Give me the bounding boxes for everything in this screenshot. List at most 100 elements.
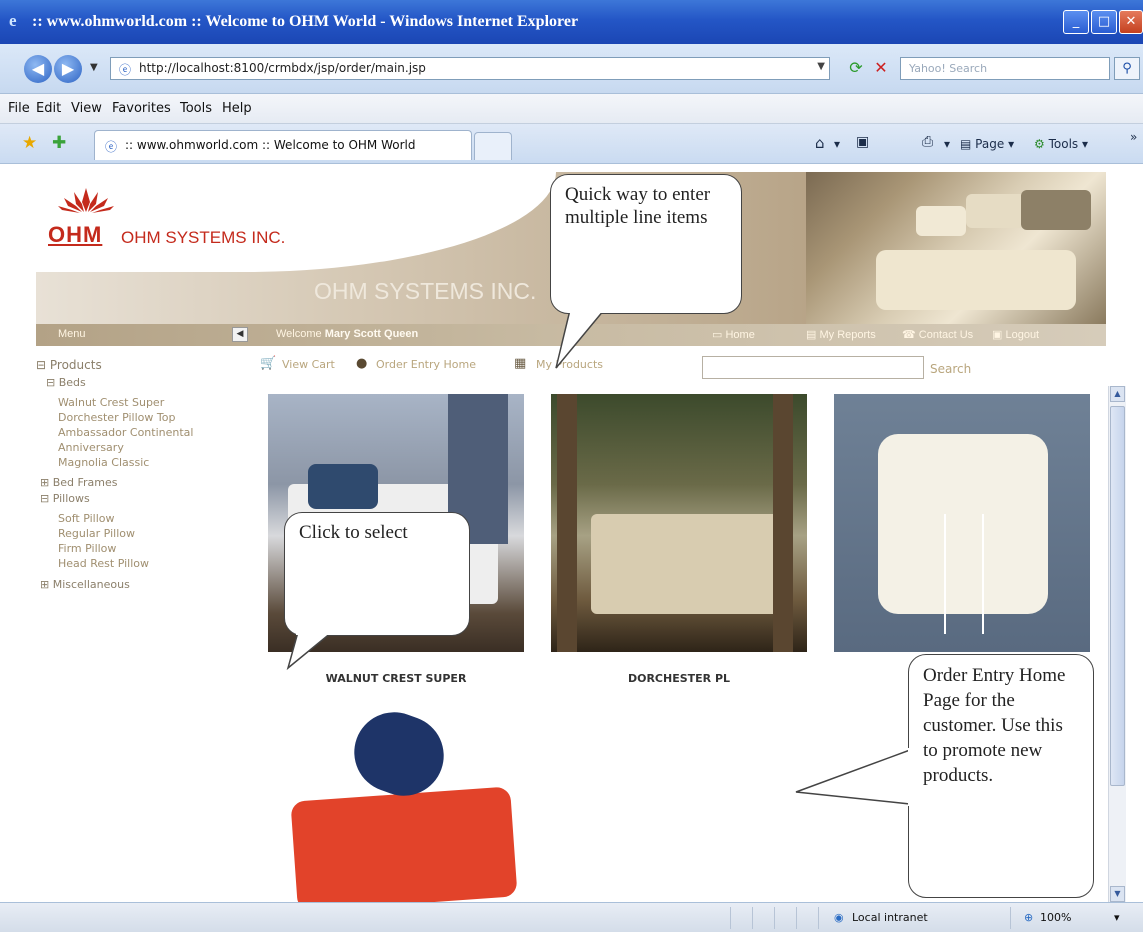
view-cart-link[interactable]: View Cart — [282, 358, 335, 371]
home-nav-icon: ▭ — [712, 329, 723, 341]
tree-pillows-label: Pillows — [52, 492, 90, 505]
status-divider — [796, 907, 797, 929]
tools-dropdown-icon: ▾ — [1081, 137, 1089, 151]
bedpost — [557, 394, 577, 652]
back-button[interactable]: ◀ — [24, 55, 52, 83]
tab-label: :: www.ohmworld.com :: Welcome to OHM Wo… — [125, 138, 416, 152]
scroll-up-icon[interactable]: ▲ — [1110, 386, 1125, 402]
tree-leaf-magnolia-classic[interactable]: Magnolia Classic — [58, 456, 149, 469]
product-image-dorchester[interactable] — [551, 394, 807, 652]
stop-icon[interactable]: ✕ — [870, 58, 892, 80]
chevron-more-icon[interactable]: » — [1130, 130, 1137, 144]
tree-leaf-walnut-crest-super[interactable]: Walnut Crest Super — [58, 396, 164, 409]
status-divider — [1010, 907, 1011, 929]
address-text: http://localhost:8100/crmbdx/jsp/order/m… — [139, 61, 426, 75]
tree-node-pillows[interactable]: ⊟ Pillows — [40, 492, 90, 505]
tree-node-products[interactable]: ⊟ Products — [36, 358, 102, 372]
page-menu-button[interactable]: ▤ Page ▾ — [960, 137, 1014, 151]
tree-node-bed-frames[interactable]: ⊞ Bed Frames — [40, 476, 118, 489]
add-favorite-icon[interactable]: ✚ — [52, 133, 66, 153]
tree-leaf-ambassador-continental[interactable]: Ambassador Continental — [58, 426, 193, 439]
order-entry-home-link[interactable]: Order Entry Home — [376, 358, 476, 371]
tree-leaf-head-rest-pillow[interactable]: Head Rest Pillow — [58, 557, 149, 570]
address-field[interactable]: ⓔ http://localhost:8100/crmbdx/jsp/order… — [110, 57, 830, 80]
search-input[interactable]: Yahoo! Search — [900, 57, 1110, 80]
favorites-center-icon[interactable]: ★ — [22, 133, 37, 153]
tab-ohm-world[interactable]: ⓔ :: www.ohmworld.com :: Welcome to OHM … — [94, 130, 472, 160]
tree-leaf-regular-pillow[interactable]: Regular Pillow — [58, 527, 135, 540]
callout-order-tail — [795, 748, 912, 806]
tree-leaf-dorchester-pillow-top[interactable]: Dorchester Pillow Top — [58, 411, 175, 424]
cart-icon: 🛒 — [260, 356, 277, 371]
status-divider — [730, 907, 731, 929]
scroll-thumb[interactable] — [1110, 406, 1125, 786]
red-pillow — [290, 786, 518, 902]
tree-node-beds[interactable]: ⊟ Beds — [46, 376, 86, 389]
product-search-input[interactable] — [702, 356, 924, 379]
page-icon: ▤ — [960, 137, 972, 151]
menu-favorites[interactable]: Favorites — [112, 101, 171, 116]
forward-button[interactable]: ▶ — [54, 55, 82, 83]
tab-bar: ★ ✚ ⓔ :: www.ohmworld.com :: Welcome to … — [0, 124, 1143, 164]
menu-help[interactable]: Help — [222, 101, 252, 116]
contact-us-label: Contact Us — [918, 329, 974, 341]
page-dropdown-icon: ▾ — [1008, 137, 1015, 151]
security-zone: Local intranet — [852, 911, 928, 924]
product-caption[interactable]: WALNUT CREST SUPER — [268, 672, 524, 685]
home-icon[interactable]: ⌂ — [815, 134, 825, 152]
product-search-button[interactable]: Search — [930, 362, 971, 376]
banner-pillow — [966, 194, 1026, 228]
zoom-level[interactable]: 100% — [1040, 911, 1071, 924]
nav-logout-link[interactable]: ▣ Logout — [992, 328, 1039, 341]
minimize-button[interactable]: _ — [1063, 10, 1089, 34]
menu-edit[interactable]: Edit — [36, 101, 61, 116]
print-dropdown-icon[interactable]: ▾ — [944, 137, 950, 151]
zoom-dropdown-icon[interactable]: ▾ — [1114, 911, 1120, 924]
menu-bar: File Edit View Favorites Tools Help — [0, 94, 1143, 124]
home-dropdown-icon[interactable]: ▾ — [834, 137, 840, 151]
search-placeholder: Yahoo! Search — [909, 62, 988, 75]
product-image-red-pillow[interactable] — [284, 704, 544, 902]
search-icon[interactable]: ⚲ — [1114, 57, 1140, 80]
reports-icon: ▤ — [806, 329, 817, 341]
address-dropdown-icon[interactable]: ▼ — [817, 61, 825, 72]
bedpost — [773, 394, 793, 652]
nav-contact-us-link[interactable]: ☎ Contact Us — [902, 328, 973, 341]
nav-home-link[interactable]: ▭ Home — [712, 328, 755, 341]
tree-bed-frames-label: Bed Frames — [52, 476, 118, 489]
product-image-pillow-white[interactable] — [834, 394, 1090, 652]
banner-bedspread — [876, 250, 1076, 310]
close-button[interactable]: ✕ — [1119, 10, 1143, 34]
menu-tools[interactable]: Tools — [180, 101, 212, 116]
menu-view[interactable]: View — [71, 101, 102, 116]
home-link-label: Home — [725, 329, 755, 341]
product-caption[interactable]: DORCHESTER PL — [551, 672, 807, 685]
content-scrollbar[interactable]: ▲ ▼ — [1108, 386, 1126, 902]
tree-leaf-anniversary[interactable]: Anniversary — [58, 441, 124, 454]
tree-leaf-firm-pillow[interactable]: Firm Pillow — [58, 542, 116, 555]
feeds-icon[interactable]: ▣ — [856, 134, 869, 150]
collapse-menu-button[interactable]: ◀ — [232, 327, 248, 342]
tree-node-miscellaneous[interactable]: ⊞ Miscellaneous — [40, 578, 130, 591]
welcome-prefix: Welcome — [276, 328, 322, 340]
banner-pillow — [1021, 190, 1091, 230]
maximize-button[interactable]: □ — [1091, 10, 1117, 34]
print-icon[interactable]: ⎙ — [922, 134, 933, 150]
nav-my-reports-link[interactable]: ▤ My Reports — [806, 328, 876, 341]
callout-quick-entry: Quick way to enter multiple line items — [550, 174, 742, 314]
callout-order-text: Order Entry Home Page for the customer. … — [923, 665, 1066, 786]
menu-file[interactable]: File — [8, 101, 30, 116]
mattress — [591, 514, 781, 614]
scroll-down-icon[interactable]: ▼ — [1110, 886, 1125, 902]
bed-pillow — [308, 464, 378, 509]
refresh-icon[interactable]: ⟳ — [845, 58, 867, 80]
tools-menu-button[interactable]: ⚙ Tools ▾ — [1034, 137, 1088, 151]
tree-leaf-soft-pillow[interactable]: Soft Pillow — [58, 512, 115, 525]
pillow-ribbons — [944, 514, 984, 634]
zoom-icon: ⊕ — [1024, 911, 1034, 924]
window-title: :: www.ohmworld.com :: Welcome to OHM Wo… — [32, 13, 579, 30]
callout-order-entry: Order Entry Home Page for the customer. … — [908, 654, 1094, 898]
address-toolbar: ◀ ▶ ▼ ⓔ http://localhost:8100/crmbdx/jsp… — [0, 44, 1143, 94]
new-tab-button[interactable] — [474, 132, 512, 160]
recent-pages-dropdown[interactable]: ▼ — [90, 62, 98, 73]
